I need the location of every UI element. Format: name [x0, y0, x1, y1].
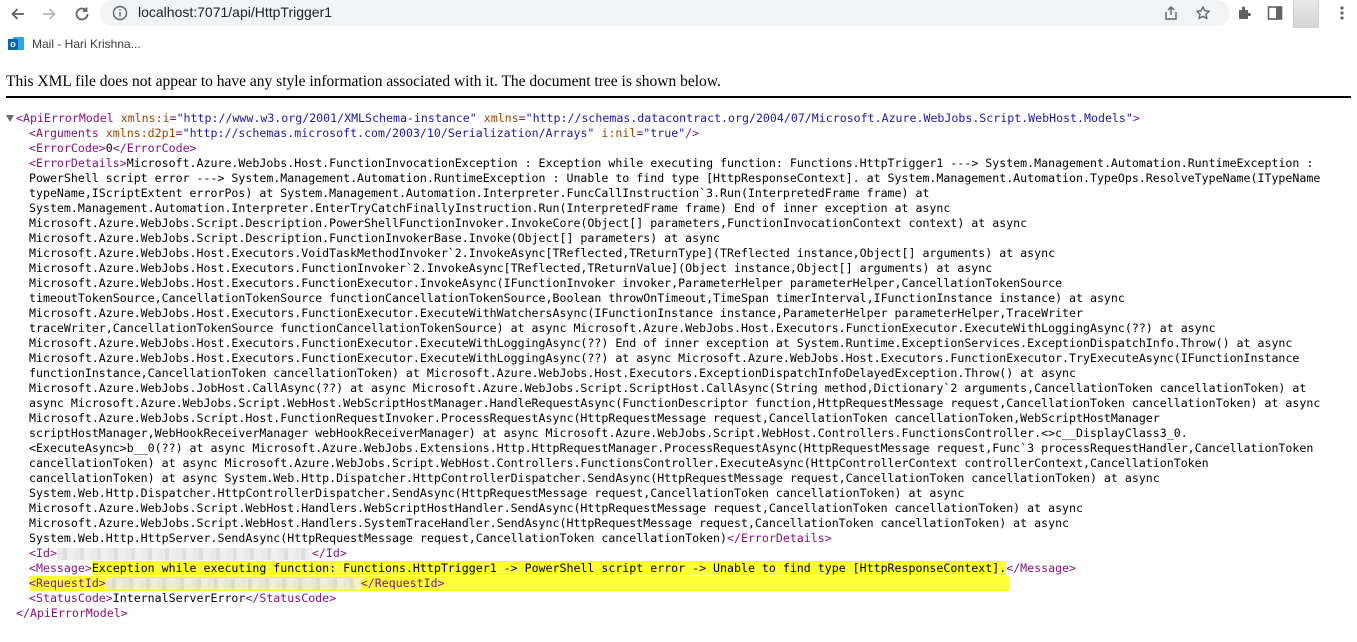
sidebar-icon[interactable]	[1266, 4, 1284, 27]
errordetails-line: Microsoft.Azure.WebJobs.JobHost.CallAsyn…	[29, 381, 1307, 395]
errordetails-body: PowerShell script error ---> System.Mana…	[6, 171, 1351, 546]
errordetails-line: Microsoft.Azure.WebJobs.Host.Executors.F…	[29, 306, 1083, 320]
xml-style-notice: This XML file does not appear to have an…	[6, 73, 721, 90]
back-icon[interactable]	[6, 2, 30, 26]
errordetails-line: System.Management.Automation.Interpreter…	[29, 201, 951, 215]
errordetails-line: <ExecuteAsync>b__0(??) at async Microsof…	[29, 441, 1314, 455]
errordetails-line: Microsoft.Azure.WebJobs.Script.WebHost.H…	[29, 501, 1083, 515]
arguments-line: <Arguments xmlns:d2p1="http://schemas.mi…	[29, 126, 700, 140]
errordetails-line: scriptHostManager,WebHookReceiverManager…	[29, 426, 1188, 440]
errordetails-line: PowerShell script error ---> System.Mana…	[29, 171, 1321, 185]
errordetails-line-last: System.Web.Http.HttpServer.SendAsync(Htt…	[29, 531, 832, 545]
xml-tree: <ApiErrorModel xmlns:i="http://www.w3.or…	[6, 111, 1351, 621]
errordetails-line: Microsoft.Azure.WebJobs.Host.Executors.F…	[29, 261, 993, 275]
errordetails-line: traceWriter,CancellationTokenSource func…	[29, 321, 1216, 335]
errordetails-line: Microsoft.Azure.WebJobs.Script.Host.Func…	[29, 411, 1160, 425]
errorcode-line: <ErrorCode>0</ErrorCode>	[29, 141, 197, 155]
redacted-request-id	[105, 577, 361, 590]
redacted-id	[56, 547, 312, 560]
errordetails-line: cancellationToken) at async Microsoft.Az…	[29, 456, 1209, 470]
reload-icon[interactable]	[70, 2, 94, 26]
share-icon[interactable]	[1163, 5, 1179, 26]
bookmarks-bar: o Mail - Hari Krishna...	[0, 30, 1357, 58]
info-icon[interactable]	[112, 5, 128, 26]
errordetails-line: Microsoft.Azure.WebJobs.Host.Executors.F…	[29, 276, 1063, 290]
collapse-triangle-icon[interactable]	[6, 115, 14, 122]
errordetails-line: System.Web.Http.Dispatcher.HttpControlle…	[29, 486, 965, 500]
errordetails-line: Microsoft.Azure.WebJobs.Host.Executors.F…	[29, 351, 1300, 365]
forward-icon[interactable]	[37, 2, 61, 26]
statuscode-line: <StatusCode>InternalServerError</StatusC…	[29, 591, 337, 605]
notice-divider	[6, 96, 1351, 98]
extensions-icon[interactable]	[1236, 4, 1254, 27]
errordetails-line: functionInstance,CancellationToken cance…	[29, 366, 1077, 380]
message-value: Exception while executing function: Func…	[91, 561, 1007, 575]
errordetails-line: Microsoft.Azure.WebJobs.Host.Executors.V…	[29, 246, 1056, 260]
requestid-line: <RequestId> </RequestId>	[6, 576, 1351, 591]
errordetails-line: Microsoft.Azure.WebJobs.Script.Descripti…	[29, 216, 1028, 230]
root-close-line: </ApiErrorModel>	[16, 606, 128, 620]
root-open-line: <ApiErrorModel xmlns:i="http://www.w3.or…	[6, 111, 1351, 126]
message-line: <Message>Exception while executing funct…	[29, 561, 1077, 575]
errordetails-line: Microsoft.Azure.WebJobs.Host.Executors.F…	[29, 336, 1293, 350]
address-bar[interactable]: localhost:7071/api/HttpTrigger1	[100, 0, 1230, 26]
errordetails-line: async Microsoft.Azure.WebJobs.Script.Web…	[29, 396, 1321, 410]
errordetails-line: cancellationToken) at async System.Web.H…	[29, 471, 1160, 485]
errordetails-line: Microsoft.Azure.WebJobs.Script.Descripti…	[29, 231, 721, 245]
menu-icon[interactable]	[1333, 4, 1351, 27]
bookmark-label: Mail - Hari Krishna...	[32, 37, 141, 51]
errordetails-line: typeName,IScriptExtent errorPos) at Syst…	[29, 186, 930, 200]
bookmark-mail[interactable]: o Mail - Hari Krishna...	[8, 34, 141, 54]
errordetails-line-first: <ErrorDetails>Microsoft.Azure.WebJobs.Ho…	[29, 156, 1314, 170]
browser-toolbar: localhost:7071/api/HttpTrigger1	[0, 0, 1357, 28]
profile-avatar[interactable]	[1293, 0, 1319, 28]
errordetails-line: timeoutTokenSource,CancellationTokenSour…	[29, 291, 1125, 305]
address-url[interactable]: localhost:7071/api/HttpTrigger1	[138, 4, 332, 20]
id-line: <Id> </Id>	[29, 546, 347, 560]
outlook-icon: o	[8, 36, 24, 52]
errordetails-line: Microsoft.Azure.WebJobs.Script.WebHost.H…	[29, 516, 1070, 530]
star-icon[interactable]	[1195, 5, 1211, 26]
